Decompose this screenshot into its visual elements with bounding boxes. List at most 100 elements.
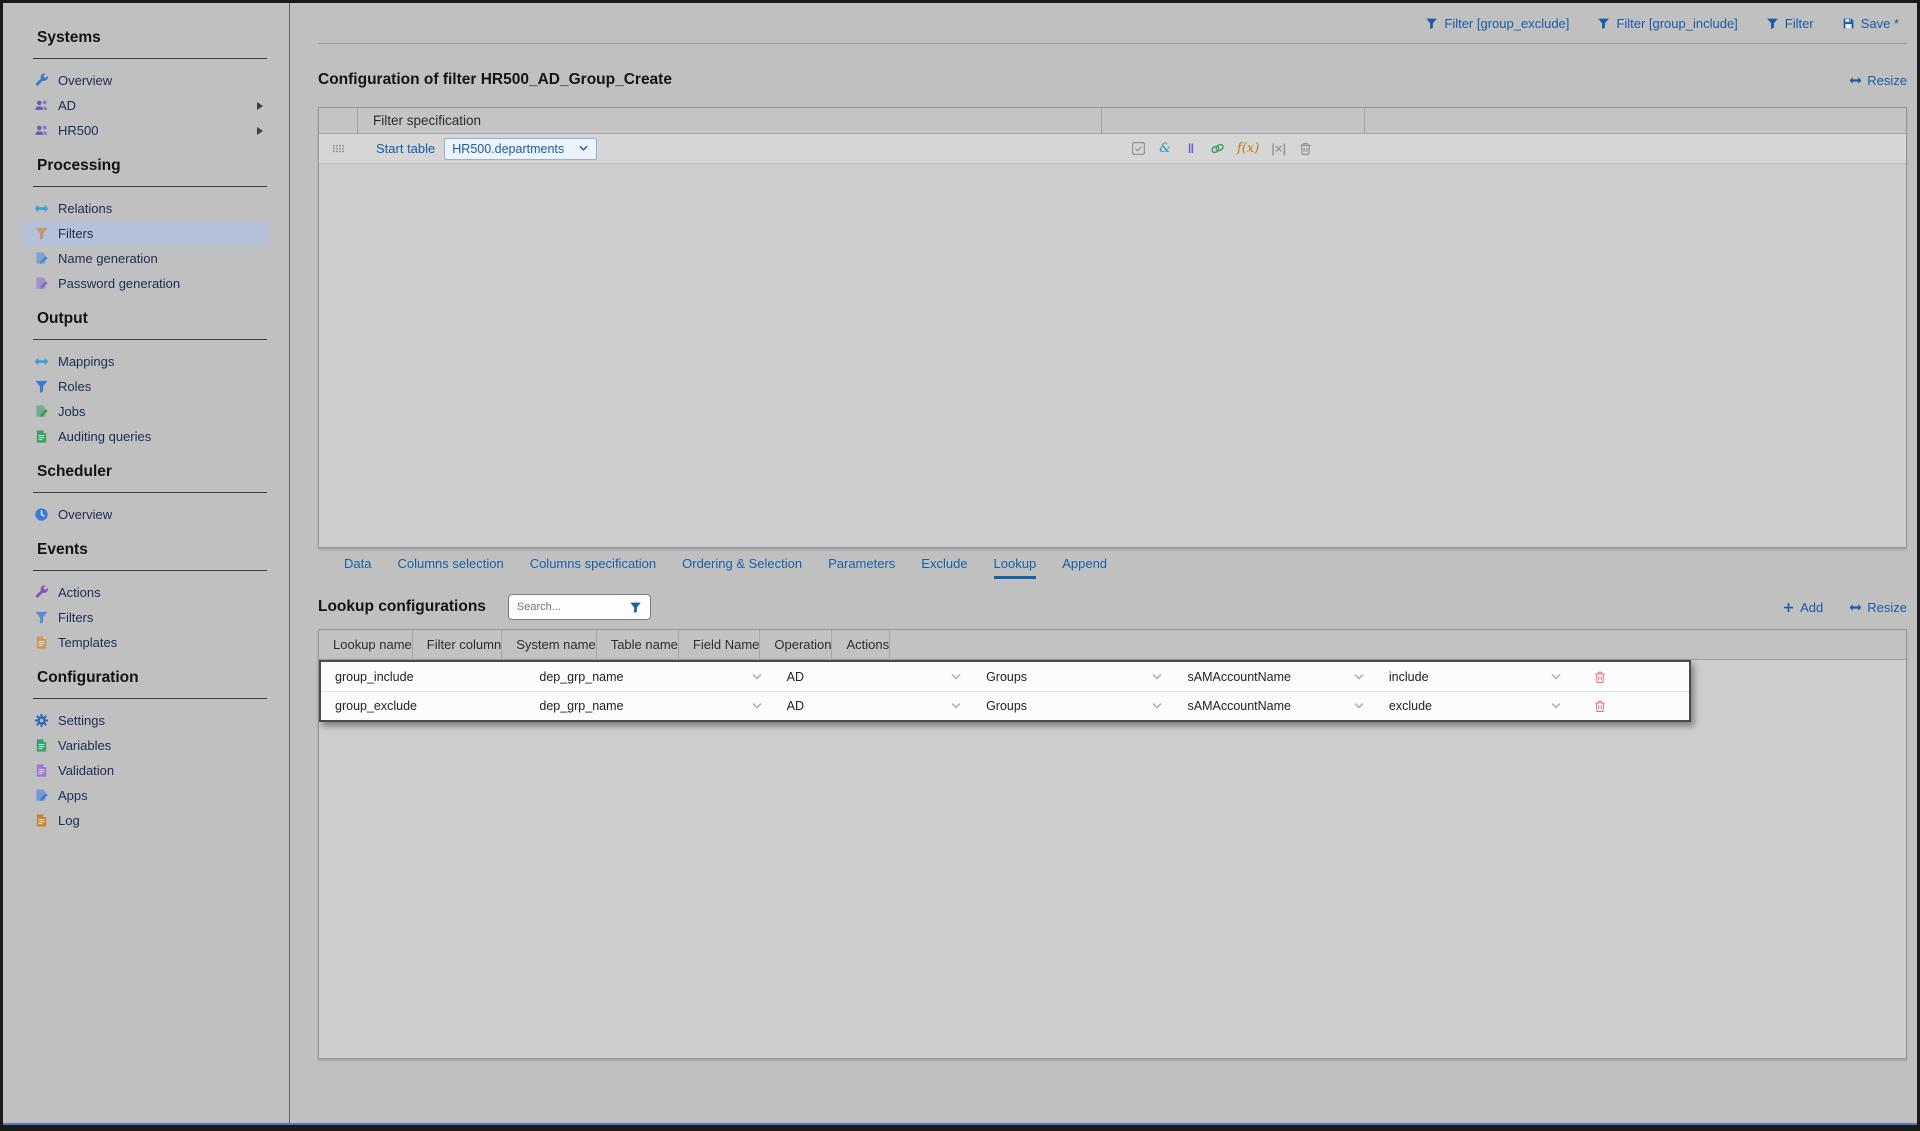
column-header: Filter column <box>412 630 501 659</box>
search-box[interactable] <box>508 594 651 620</box>
sidebar-item[interactable]: Settings <box>23 708 269 733</box>
delete-row-button[interactable] <box>1593 670 1607 684</box>
chevron-down-icon <box>1151 671 1163 683</box>
cell-field-name[interactable]: sAMAccountName <box>1173 662 1374 691</box>
sidebar-item[interactable]: HR500 <box>23 118 269 143</box>
chevron-down-icon <box>1550 700 1562 712</box>
search-input[interactable] <box>517 601 629 613</box>
sidebar-item[interactable]: Actions <box>23 580 269 605</box>
sidebar-section: Configuration Settings Variables <box>3 669 289 833</box>
sidebar-section-title: Scheduler <box>37 463 269 481</box>
sidebar-item[interactable]: Roles <box>23 374 269 399</box>
column-header: Table name <box>596 630 678 659</box>
sidebar-item-icon <box>33 813 49 829</box>
add-button[interactable]: Add <box>1782 600 1823 615</box>
cell-system-name[interactable]: AD <box>773 662 972 691</box>
sidebar-item[interactable]: Validation <box>23 758 269 783</box>
sidebar-item[interactable]: Relations <box>23 196 269 221</box>
sidebar-item-icon <box>33 201 49 217</box>
sidebar-item[interactable]: Overview <box>23 68 269 93</box>
cell-system-name[interactable]: AD <box>773 692 972 720</box>
topbar-button[interactable]: Filter <box>1766 16 1814 31</box>
cell-table-name[interactable]: Groups <box>972 692 1173 720</box>
chevron-right-icon <box>257 102 263 110</box>
funnel-icon <box>629 601 642 614</box>
sidebar-item[interactable]: Log <box>23 808 269 833</box>
topbar-button[interactable]: Filter [group_include] <box>1597 16 1737 31</box>
start-table-value: HR500.departments <box>452 142 564 156</box>
trash-icon[interactable] <box>1298 141 1313 156</box>
tab[interactable]: Columns specification <box>530 556 656 576</box>
topbar-button[interactable]: Save * <box>1842 16 1899 31</box>
sidebar-item-icon <box>33 713 49 729</box>
sidebar-item[interactable]: Filters <box>23 221 269 246</box>
sidebar-item[interactable]: Filters <box>23 605 269 630</box>
column-header: Field Name <box>678 630 759 659</box>
sidebar-section-items: Overview AD HR500 <box>3 68 289 143</box>
sidebar-item[interactable]: Variables <box>23 733 269 758</box>
tab[interactable]: Lookup <box>994 556 1037 579</box>
topbar-button[interactable]: Filter [group_exclude] <box>1425 16 1569 31</box>
function-icon[interactable]: f(x) <box>1237 142 1259 155</box>
resize-button[interactable]: Resize <box>1849 73 1907 88</box>
tab-bar: Data Columns selection Columns specifica… <box>318 548 1907 578</box>
topbar-button-label: Filter <box>1785 16 1814 31</box>
sidebar-item[interactable]: Auditing queries <box>23 424 269 449</box>
column-header: Lookup name <box>319 630 412 659</box>
topbar-button-icon <box>1766 17 1779 30</box>
sidebar: Systems Overview AD <box>3 3 290 1123</box>
cell-filter-column[interactable]: dep_grp_name <box>525 662 772 691</box>
filter-specification-panel: Filter specification Start table HR500.d… <box>318 107 1907 548</box>
tab[interactable]: Data <box>344 556 371 576</box>
cell-operation[interactable]: include <box>1375 662 1572 691</box>
sidebar-item-label: Log <box>58 813 80 828</box>
section-divider <box>33 186 267 187</box>
section-divider <box>33 339 267 340</box>
tab[interactable]: Columns selection <box>397 556 503 576</box>
sidebar-item[interactable]: Apps <box>23 783 269 808</box>
sidebar-section-title: Events <box>37 541 269 559</box>
sidebar-item[interactable]: Overview <box>23 502 269 527</box>
sidebar-item-icon <box>33 404 49 420</box>
sidebar-item-label: Apps <box>58 788 88 803</box>
tab[interactable]: Ordering & Selection <box>682 556 802 576</box>
topbar-button-label: Filter [group_exclude] <box>1444 16 1569 31</box>
filter-specification-header-row: Filter specification <box>319 108 1906 134</box>
column-header: Operation <box>759 630 831 659</box>
sidebar-item[interactable]: Mappings <box>23 349 269 374</box>
sidebar-section: Output Mappings Roles <box>3 310 289 449</box>
section-divider <box>33 698 267 699</box>
start-table-label: Start table <box>376 141 435 156</box>
tab[interactable]: Append <box>1062 556 1107 576</box>
topbar-button-icon <box>1842 17 1855 30</box>
sidebar-item[interactable]: Templates <box>23 630 269 655</box>
sidebar-item[interactable]: Password generation <box>23 271 269 296</box>
chevron-down-icon <box>1353 671 1365 683</box>
sidebar-item-icon <box>33 738 49 754</box>
tab[interactable]: Parameters <box>828 556 895 576</box>
cell-lookup-name: group_include <box>321 662 525 691</box>
drag-handle-icon[interactable] <box>319 141 357 156</box>
and-operator-icon[interactable]: & <box>1158 142 1172 155</box>
tab[interactable]: Exclude <box>921 556 967 576</box>
sidebar-item-icon <box>33 788 49 804</box>
checkbox-icon[interactable] <box>1131 141 1146 156</box>
sidebar-item[interactable]: AD <box>23 93 269 118</box>
cell-field-name[interactable]: sAMAccountName <box>1173 692 1374 720</box>
sidebar-item-icon <box>33 123 49 139</box>
link-icon[interactable] <box>1210 141 1225 156</box>
start-table-select[interactable]: HR500.departments <box>444 138 597 160</box>
sidebar-section: Systems Overview AD <box>3 29 289 143</box>
parallel-operator-icon[interactable]: ‖ <box>1184 142 1198 155</box>
cell-filter-column[interactable]: dep_grp_name <box>525 692 772 720</box>
exclude-operator-icon[interactable]: |×| <box>1271 142 1286 155</box>
cell-operation[interactable]: exclude <box>1375 692 1572 720</box>
cell-table-name[interactable]: Groups <box>972 662 1173 691</box>
resize-button[interactable]: Resize <box>1849 600 1907 615</box>
sidebar-item-icon <box>33 507 49 523</box>
empty-column-header <box>1364 108 1906 133</box>
delete-row-button[interactable] <box>1593 699 1607 713</box>
sidebar-item[interactable]: Jobs <box>23 399 269 424</box>
sidebar-item[interactable]: Name generation <box>23 246 269 271</box>
resize-label: Resize <box>1867 73 1907 88</box>
